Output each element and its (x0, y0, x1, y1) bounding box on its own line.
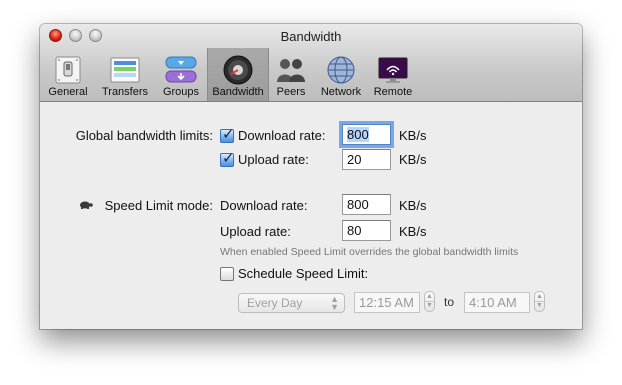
globe-icon (327, 56, 355, 84)
switch-icon (55, 56, 81, 84)
stepper-down-icon[interactable]: ▼ (425, 302, 434, 310)
schedule-to-label: to (444, 295, 455, 309)
speed-limit-download-unit: KB/s (399, 198, 427, 213)
global-limits-heading: Global bandwidth limits: (75, 128, 213, 143)
schedule-to-time-input[interactable]: 4:10 AM (464, 292, 530, 313)
preferences-window: Bandwidth General Transfers Groups Bandw… (40, 24, 582, 329)
global-download-unit: KB/s (399, 128, 427, 143)
toolbar-item-general[interactable]: General (42, 48, 94, 101)
global-upload-unit: KB/s (399, 152, 427, 167)
toolbar-item-peers[interactable]: Peers (271, 48, 311, 101)
toolbar-label: Groups (162, 86, 200, 98)
schedule-speed-limit-label: Schedule Speed Limit: (238, 266, 369, 281)
schedule-speed-limit-checkbox[interactable] (220, 267, 234, 281)
global-download-rate-input[interactable]: 800 (342, 124, 391, 145)
global-upload-checkbox[interactable]: ✓ (220, 150, 235, 167)
toolbar-item-groups[interactable]: Groups (156, 48, 206, 101)
toolbar-label: Remote (373, 86, 413, 98)
transfers-icon (110, 57, 140, 83)
remote-display-icon (378, 57, 408, 83)
groups-icon (165, 56, 197, 83)
speed-limit-upload-label: Upload rate: (220, 224, 291, 239)
speed-limit-heading: Speed Limit mode: (104, 198, 213, 213)
global-upload-rate-input[interactable]: 20 (342, 149, 391, 170)
people-icon (277, 59, 305, 82)
speed-limit-download-input[interactable]: 800 (342, 194, 391, 215)
schedule-from-stepper[interactable]: ▲ ▼ (424, 291, 435, 312)
toolbar-label: General (48, 86, 88, 98)
schedule-day-popup[interactable]: Every Day ▲ ▼ (238, 293, 345, 313)
toolbar-item-network[interactable]: Network (315, 48, 367, 101)
toolbar-label: Peers (276, 86, 306, 98)
global-upload-label: Upload rate: (238, 152, 309, 167)
schedule-from-time-input[interactable]: 12:15 AM (354, 292, 420, 313)
checkmark-icon: ✓ (222, 150, 235, 167)
stepper-up-icon[interactable]: ▲ (425, 293, 434, 301)
stepper-down-icon[interactable]: ▼ (535, 302, 544, 310)
schedule-to-stepper[interactable]: ▲ ▼ (534, 291, 545, 312)
global-download-label: Download rate: (238, 128, 326, 143)
schedule-day-value: Every Day (247, 296, 303, 310)
global-download-checkbox[interactable]: ✓ (220, 126, 235, 143)
speed-limit-download-label: Download rate: (220, 198, 308, 213)
speed-limit-note: When enabled Speed Limit overrides the g… (220, 246, 519, 258)
toolbar-item-transfers[interactable]: Transfers (96, 48, 154, 101)
toolbar-label: Network (320, 86, 362, 98)
speed-limit-upload-unit: KB/s (399, 224, 427, 239)
window-title: Bandwidth (280, 29, 342, 44)
toolbar-label: Bandwidth (212, 86, 264, 98)
toolbar-item-remote[interactable]: Remote (369, 48, 417, 101)
bandwidth-pane: Global bandwidth limits: ✓ Download rate… (40, 102, 582, 329)
toolbar-item-bandwidth[interactable]: Bandwidth (207, 48, 269, 101)
speedometer-icon (223, 55, 253, 85)
updown-arrows-icon: ▲ ▼ (330, 294, 339, 312)
title-bar: Bandwidth General Transfers Groups Bandw… (40, 24, 582, 102)
checkmark-icon: ✓ (222, 126, 235, 143)
stepper-up-icon[interactable]: ▲ (535, 293, 544, 301)
toolbar-label: Transfers (101, 86, 149, 98)
speed-limit-upload-input[interactable]: 80 (342, 220, 391, 241)
